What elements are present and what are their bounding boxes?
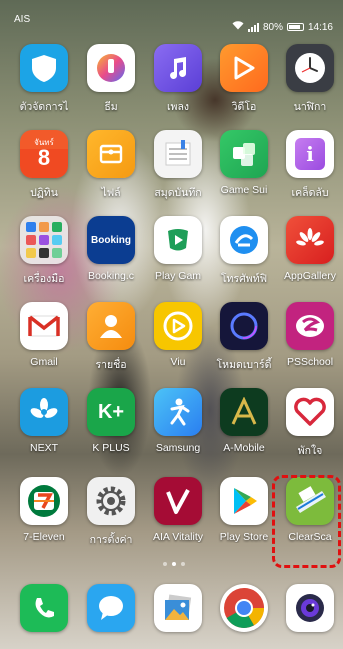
kplus-icon: K+ xyxy=(87,388,135,436)
booking-icon: Booking xyxy=(87,216,135,264)
app-contacts[interactable]: รายชื่อ xyxy=(76,302,146,386)
app-phone-clone[interactable]: โทรศัพท์ฟิ xyxy=(209,216,279,300)
page-dot[interactable] xyxy=(163,562,167,566)
heart-hands-icon xyxy=(286,388,334,436)
game-suite-icon xyxy=(220,130,268,178)
app-tools-folder[interactable]: เครื่องมือ xyxy=(9,216,79,300)
files-folder-icon xyxy=(87,130,135,178)
video-play-icon xyxy=(220,44,268,92)
battery-percent: 80% xyxy=(262,21,283,33)
app-phone-manager[interactable]: ตัวจัดการไ xyxy=(9,44,79,128)
app-heart-hands[interactable]: พักใจ xyxy=(275,388,343,472)
gallery-icon xyxy=(154,584,202,632)
dock-gallery[interactable] xyxy=(143,584,213,649)
krungthai-next-icon xyxy=(20,388,68,436)
play-store-icon xyxy=(220,477,268,525)
page-dot-current[interactable] xyxy=(172,562,176,566)
app-notepad[interactable]: สมุดบันทึก xyxy=(143,130,213,214)
dock-chrome[interactable] xyxy=(209,584,279,649)
music-note-icon xyxy=(154,44,202,92)
ring-icon xyxy=(220,302,268,350)
samsung-health-icon xyxy=(154,388,202,436)
shield-icon xyxy=(20,44,68,92)
battery-icon xyxy=(286,23,304,31)
a-mobile-icon xyxy=(220,388,268,436)
status-bar: AIS 80% 14:16 xyxy=(0,0,343,40)
calendar-icon: จันทร์ 8 xyxy=(20,130,68,178)
app-booking[interactable]: Booking Booking.c xyxy=(76,216,146,300)
home-screen: AIS 80% 14:16 ตัวจัดการไ ธีม เพลง วิดีโอ… xyxy=(0,0,343,649)
app-themes[interactable]: ธีม xyxy=(76,44,146,128)
app-video[interactable]: วิดีโอ xyxy=(209,44,279,128)
clock-time: 14:16 xyxy=(307,21,333,33)
app-viu[interactable]: Viu xyxy=(143,302,213,386)
clock-icon xyxy=(286,44,334,92)
app-game-suite[interactable]: Game Sui xyxy=(209,130,279,214)
signal-icon xyxy=(247,22,259,32)
dock-messages[interactable] xyxy=(76,584,146,649)
huawei-appgallery-icon xyxy=(286,216,334,264)
dock-phone[interactable] xyxy=(9,584,79,649)
app-clock[interactable]: นาฬิกา xyxy=(275,44,343,128)
app-music[interactable]: เพลง xyxy=(143,44,213,128)
viu-icon xyxy=(154,302,202,350)
page-indicator xyxy=(163,562,185,566)
app-next[interactable]: NEXT xyxy=(9,388,79,472)
calendar-day-number: 8 xyxy=(37,145,51,170)
app-aia-vitality[interactable]: AIA Vitality xyxy=(143,477,213,561)
contacts-icon xyxy=(87,302,135,350)
app-play-store[interactable]: Play Store xyxy=(209,477,279,561)
aia-vitality-icon xyxy=(154,477,202,525)
app-seven-eleven[interactable]: 7-Eleven xyxy=(9,477,79,561)
camera-icon xyxy=(286,584,334,632)
message-icon xyxy=(87,584,135,632)
wifi-icon xyxy=(232,21,244,33)
highlight-box xyxy=(272,475,341,568)
seven-eleven-icon xyxy=(20,477,68,525)
dock-camera[interactable] xyxy=(275,584,343,649)
app-gmail[interactable]: Gmail xyxy=(9,302,79,386)
app-a-mobile[interactable]: A-Mobile xyxy=(209,388,279,472)
phone-icon xyxy=(20,584,68,632)
tools-folder-icon xyxy=(20,216,68,264)
app-psschool[interactable]: PSSchool xyxy=(275,302,343,386)
play-games-icon xyxy=(154,216,202,264)
settings-gear-icon xyxy=(87,477,135,525)
app-settings[interactable]: การตั้งค่า xyxy=(76,477,146,561)
notepad-icon xyxy=(154,130,202,178)
psschool-icon xyxy=(286,302,334,350)
app-samsung-health[interactable]: Samsung xyxy=(143,388,213,472)
page-dot[interactable] xyxy=(181,562,185,566)
app-tips[interactable]: i เคล็ดลับ xyxy=(275,130,343,214)
app-kplus[interactable]: K+ K PLUS xyxy=(76,388,146,472)
gmail-icon xyxy=(20,302,68,350)
app-appgallery[interactable]: AppGallery xyxy=(275,216,343,300)
chrome-icon xyxy=(220,584,268,632)
tips-icon: i xyxy=(286,130,334,178)
status-icons: 80% 14:16 xyxy=(232,14,333,40)
carrier-label: AIS xyxy=(14,14,31,25)
app-calendar[interactable]: จันทร์ 8 ปฏิทิน xyxy=(9,130,79,214)
phone-clone-icon xyxy=(220,216,268,264)
theme-brush-icon xyxy=(87,44,135,92)
app-files[interactable]: ไฟล์ xyxy=(76,130,146,214)
app-ring[interactable]: โหมดเบาร์ดี้ xyxy=(209,302,279,386)
app-play-games[interactable]: Play Gam xyxy=(143,216,213,300)
dock xyxy=(0,584,343,644)
